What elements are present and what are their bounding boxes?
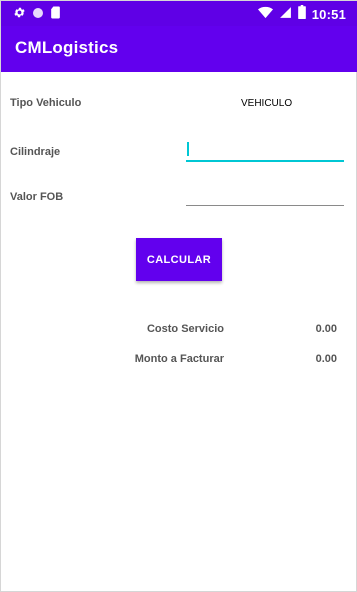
cilindraje-input[interactable] [186, 136, 344, 162]
monto-facturar-value: 0.00 [315, 353, 337, 365]
app-bar: CMLogistics [1, 26, 357, 72]
circle-icon [32, 6, 44, 24]
valor-fob-input[interactable] [186, 180, 344, 206]
app-screen: 10:51 CMLogistics Tipo Vehiculo VEHICULO… [0, 0, 357, 592]
costo-servicio-value: 0.00 [315, 323, 337, 335]
clock-time: 10:51 [311, 7, 346, 22]
monto-facturar-label: Monto a Facturar [134, 353, 224, 365]
costo-servicio-label: Costo Servicio [146, 323, 224, 335]
battery-icon [297, 5, 306, 24]
app-title: CMLogistics [15, 38, 119, 57]
status-bar-right-icons: 10:51 [257, 5, 346, 24]
status-bar-left-icons [13, 6, 61, 24]
cilindraje-label: Cilindraje [10, 146, 61, 158]
tipo-vehiculo-label: Tipo Vehiculo [10, 97, 82, 109]
sim-card-icon [50, 6, 61, 24]
calcular-button[interactable]: CALCULAR [136, 238, 222, 281]
valor-fob-label: Valor FOB [10, 191, 64, 203]
wifi-icon [257, 6, 273, 24]
status-bar: 10:51 [1, 1, 357, 26]
signal-icon [279, 6, 292, 24]
tipo-vehiculo-spinner[interactable]: VEHICULO [241, 98, 292, 109]
text-cursor [187, 142, 189, 156]
gear-icon [13, 6, 26, 24]
